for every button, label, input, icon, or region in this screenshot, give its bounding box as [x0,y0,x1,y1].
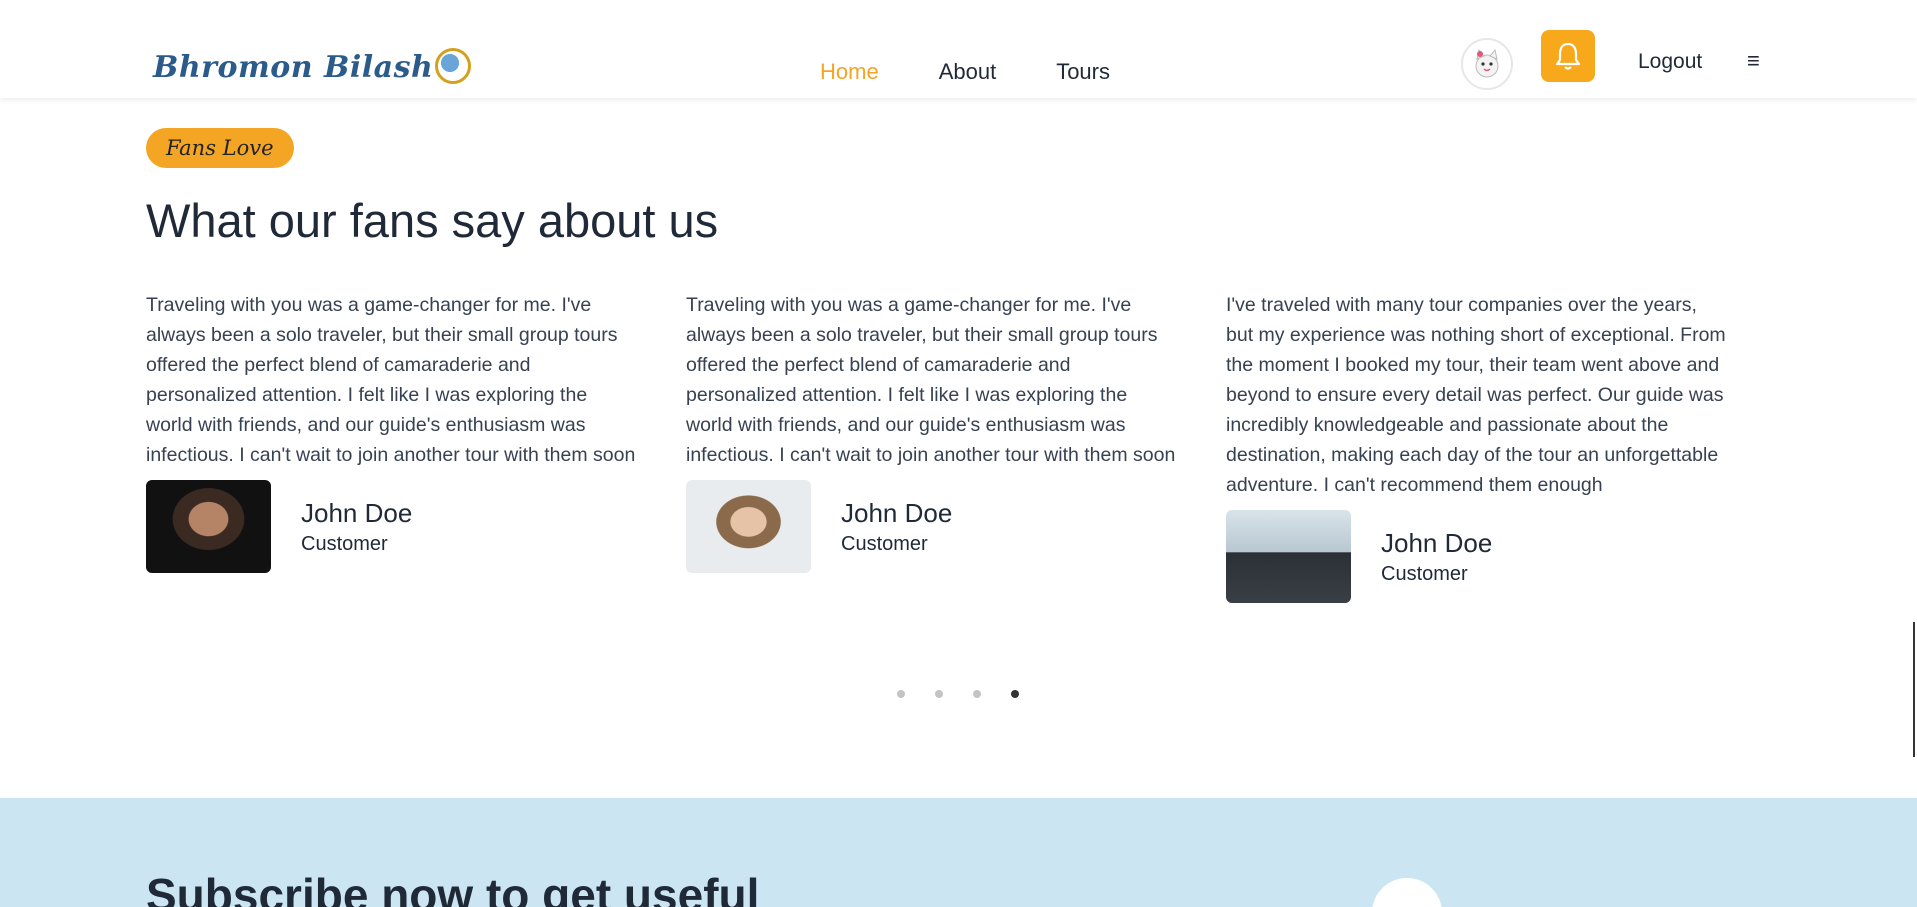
testimonials-header: Fans Love What our fans say about us [146,128,1766,248]
nav-tours-link[interactable]: Tours [1056,59,1110,85]
page-scrollbar[interactable] [1911,0,1917,907]
testimonial-quote: Traveling with you was a game-changer fo… [686,294,1176,466]
testimonial-card: Traveling with you was a game-changer fo… [146,290,636,573]
user-avatar[interactable] [1461,38,1513,90]
notification-button[interactable] [1541,30,1595,82]
scrollbar-thumb[interactable] [1913,622,1915,757]
author-info: John Doe Customer [841,498,952,556]
author-name: John Doe [301,497,413,528]
customer-photo [1226,510,1351,603]
subscribe-illustration [1372,878,1442,907]
globe-icon [435,47,472,84]
navbar: Bhromon Bilash Home About Tours Logout ≡ [0,0,1917,98]
author-name: John Doe [1381,527,1493,558]
author-name: John Doe [841,497,953,528]
subscribe-section: Subscribe now to get useful [0,798,1917,907]
section-title: What our fans say about us [146,194,719,247]
pagination-dot[interactable] [973,690,981,698]
pagination-dot-active[interactable] [1011,690,1019,698]
testimonial-quote: Traveling with you was a game-changer fo… [146,294,636,466]
brand-name: Bhromon Bilash [153,50,434,85]
cat-avatar-icon [1475,48,1499,78]
testimonial-author: John Doe Customer [1226,510,1726,603]
customer-photo [686,480,811,573]
pagination-dot[interactable] [935,690,943,698]
main-nav: Home About Tours [820,59,1110,85]
author-info: John Doe Customer [1381,528,1492,586]
testimonial-card: Traveling with you was a game-changer fo… [686,290,1176,573]
pagination-dot[interactable] [897,690,905,698]
nav-home-link[interactable]: Home [820,59,879,85]
hamburger-menu-icon[interactable]: ≡ [1747,48,1760,74]
fans-love-badge: Fans Love [146,128,294,168]
testimonial-quote: I've traveled with many tour companies o… [1226,294,1726,496]
testimonial-author: John Doe Customer [686,480,1176,573]
testimonial-card: I've traveled with many tour companies o… [1226,290,1726,603]
author-role: Customer [841,532,928,555]
subscribe-title: Subscribe now to get useful [146,869,760,907]
author-role: Customer [301,532,388,555]
bell-icon [1555,42,1581,70]
testimonial-carousel[interactable]: Traveling with you was a game-changer fo… [146,290,1766,650]
brand-logo[interactable]: Bhromon Bilash [153,47,472,85]
nav-about-link[interactable]: About [939,59,997,85]
testimonial-author: John Doe Customer [146,480,636,573]
carousel-pagination [897,690,1019,698]
customer-photo [146,480,271,573]
author-info: John Doe Customer [301,498,412,556]
author-role: Customer [1381,562,1468,585]
logout-link[interactable]: Logout [1638,50,1702,74]
